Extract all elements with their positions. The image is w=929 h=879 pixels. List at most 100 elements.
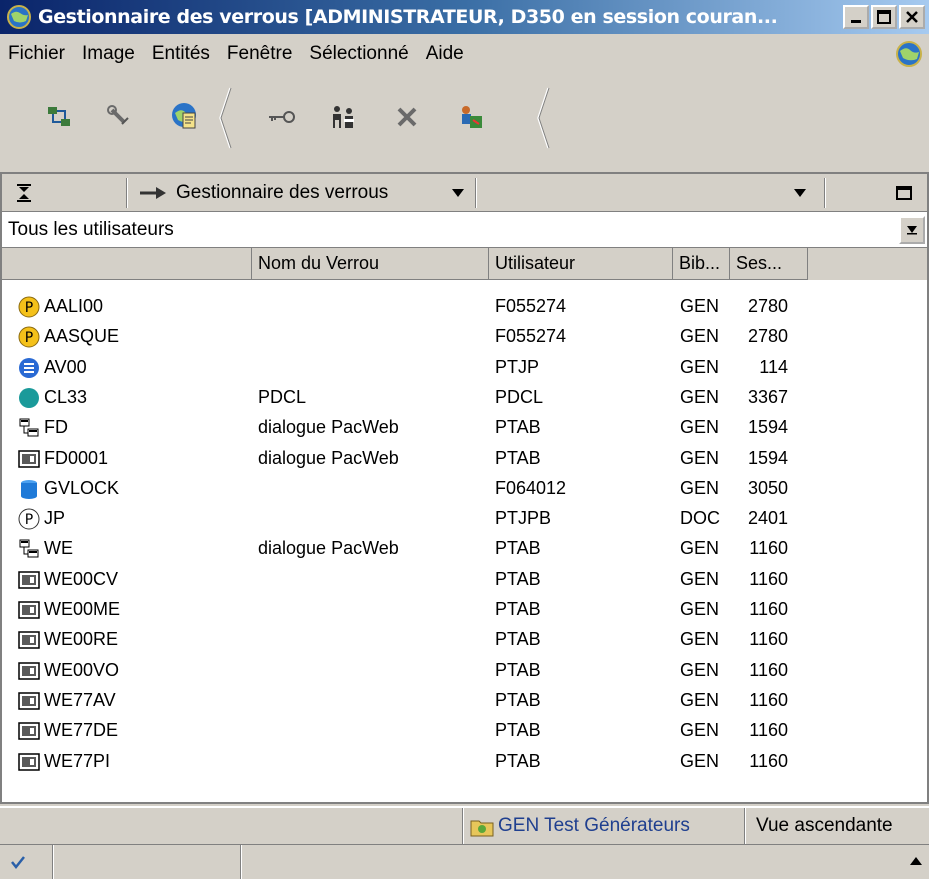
- globe-document-button[interactable]: [168, 100, 202, 134]
- user-name: F055274: [495, 326, 567, 347]
- lock-manager-pane: Gestionnaire des verrous Tous les utilis…: [0, 172, 929, 804]
- table-row[interactable]: P JP PTJPB DOC 2401: [2, 504, 927, 534]
- session-number: 1594: [747, 447, 788, 468]
- chevron-up-icon[interactable]: [910, 857, 922, 865]
- column-header-lock-name[interactable]: Nom du Verrou: [252, 248, 489, 280]
- table-row[interactable]: WE00VO PTAB GEN 1160: [2, 656, 927, 686]
- entity-name: FD0001: [44, 447, 109, 468]
- user-filter-select[interactable]: Tous les utilisateurs: [2, 212, 927, 248]
- database-icon: [18, 478, 40, 500]
- network-refresh-icon: [48, 107, 70, 126]
- globe-document-icon: [172, 103, 196, 129]
- user-name: F055274: [495, 296, 567, 316]
- network-refresh-button[interactable]: [42, 100, 76, 134]
- hierarchy-icon: [18, 538, 40, 560]
- session-number: 3050: [747, 477, 788, 498]
- menu-fichier[interactable]: Fichier: [8, 43, 65, 65]
- menu-fenetre[interactable]: Fenêtre: [227, 43, 292, 65]
- entity-name: GVLOCK: [44, 477, 120, 498]
- column-header-library[interactable]: Bib...: [673, 248, 730, 280]
- table-row[interactable]: FD dialogue PacWeb PTAB GEN 1594: [2, 413, 927, 443]
- table-row[interactable]: WE dialogue PacWeb PTAB GEN 1160: [2, 534, 927, 564]
- wrench-button[interactable]: [102, 100, 136, 134]
- user-name: PTJP: [495, 356, 540, 377]
- hierarchy-icon: [18, 417, 40, 439]
- entity-name: AASQUE: [44, 326, 120, 347]
- list-icon: [18, 357, 40, 379]
- table-row[interactable]: P AASQUE F055274 GEN 2780: [2, 322, 927, 352]
- table-row[interactable]: WE00ME PTAB GEN 1160: [2, 595, 927, 625]
- lock-name: dialogue PacWeb: [258, 538, 399, 559]
- view-mode-label[interactable]: Vue ascendante: [756, 815, 893, 837]
- table-row[interactable]: FD0001 dialogue PacWeb PTAB GEN 1594: [2, 444, 927, 474]
- users-config-icon: [462, 106, 482, 128]
- bottom-bar: [0, 844, 929, 879]
- menu-aide[interactable]: Aide: [426, 43, 464, 65]
- table-row[interactable]: WE00RE PTAB GEN 1160: [2, 625, 927, 655]
- people-icon: [333, 106, 354, 128]
- status-divider: [240, 845, 242, 879]
- session-number: 1160: [749, 659, 788, 680]
- session-number: 3367: [747, 386, 788, 407]
- maximize-icon: [877, 10, 891, 24]
- pane-title[interactable]: Gestionnaire des verrous: [176, 182, 388, 204]
- filter-dropdown-button[interactable]: [899, 216, 925, 244]
- table-row[interactable]: WE00CV PTAB GEN 1160: [2, 565, 927, 595]
- title-bar: Gestionnaire des verrous [ADMINISTRATEUR…: [0, 0, 929, 34]
- session-number: 2401: [747, 508, 788, 529]
- lock-name: dialogue PacWeb: [258, 447, 399, 468]
- toolbar-separator: [537, 87, 550, 149]
- session-number: 1160: [749, 689, 788, 710]
- minimize-button[interactable]: [843, 5, 869, 29]
- table-row[interactable]: WE77PI PTAB GEN 1160: [2, 747, 927, 777]
- screen-icon: [18, 569, 40, 591]
- checkmark-icon: [11, 856, 25, 869]
- circle-icon: [18, 387, 40, 409]
- user-filter-value: Tous les utilisateurs: [8, 219, 174, 240]
- key-button[interactable]: [264, 100, 298, 134]
- library-code: GEN: [680, 538, 720, 559]
- library-code: GEN: [680, 386, 720, 407]
- maximize-pane-icon[interactable]: [896, 186, 912, 200]
- table-row[interactable]: GVLOCK F064012 GEN 3050: [2, 474, 927, 504]
- column-header-name[interactable]: [2, 248, 252, 280]
- delete-button[interactable]: [390, 100, 424, 134]
- screen-icon: [18, 660, 40, 682]
- column-headers: Nom du Verrou Utilisateur Bib... Ses...: [2, 248, 927, 280]
- user-name: PTAB: [495, 568, 541, 589]
- session-number: 1160: [749, 629, 788, 650]
- chevron-down-icon[interactable]: [452, 188, 464, 198]
- chevron-down-icon[interactable]: [794, 188, 806, 198]
- menu-selectionne[interactable]: Sélectionné: [309, 43, 408, 65]
- table-row[interactable]: WE77AV PTAB GEN 1160: [2, 686, 927, 716]
- column-header-session[interactable]: Ses...: [730, 248, 808, 280]
- entity-name: WE: [44, 538, 73, 559]
- program-icon: P: [18, 326, 40, 348]
- table-row[interactable]: WE77DE PTAB GEN 1160: [2, 716, 927, 746]
- status-divider: [744, 808, 746, 844]
- close-button[interactable]: [899, 5, 925, 29]
- table-row[interactable]: CL33 PDCL PDCL GEN 3367: [2, 383, 927, 413]
- session-number: 114: [759, 356, 788, 377]
- collapse-icon[interactable]: [16, 184, 32, 202]
- table-row[interactable]: P AALI00 F055274 GEN 2780: [2, 292, 927, 322]
- menu-image[interactable]: Image: [82, 43, 135, 65]
- menu-entites[interactable]: Entités: [152, 43, 210, 65]
- column-header-user[interactable]: Utilisateur: [489, 248, 673, 280]
- library-code: GEN: [680, 477, 720, 498]
- lock-name: dialogue PacWeb: [258, 417, 399, 438]
- header-divider: [475, 178, 477, 208]
- svg-text:P: P: [25, 512, 33, 528]
- table-row[interactable]: AV00 PTJP GEN 114: [2, 353, 927, 383]
- library-code: GEN: [680, 417, 720, 438]
- users-config-button[interactable]: [454, 100, 488, 134]
- window-title: Gestionnaire des verrous [ADMINISTRATEUR…: [38, 6, 778, 28]
- people-button[interactable]: [326, 100, 360, 134]
- library-label[interactable]: GEN Test Générateurs: [498, 815, 690, 837]
- session-number: 1160: [749, 538, 788, 559]
- entity-name: WE77DE: [44, 720, 119, 741]
- maximize-button[interactable]: [871, 5, 897, 29]
- library-code: GEN: [680, 296, 720, 316]
- minimize-icon: [851, 20, 861, 23]
- user-name: PDCL: [495, 386, 544, 407]
